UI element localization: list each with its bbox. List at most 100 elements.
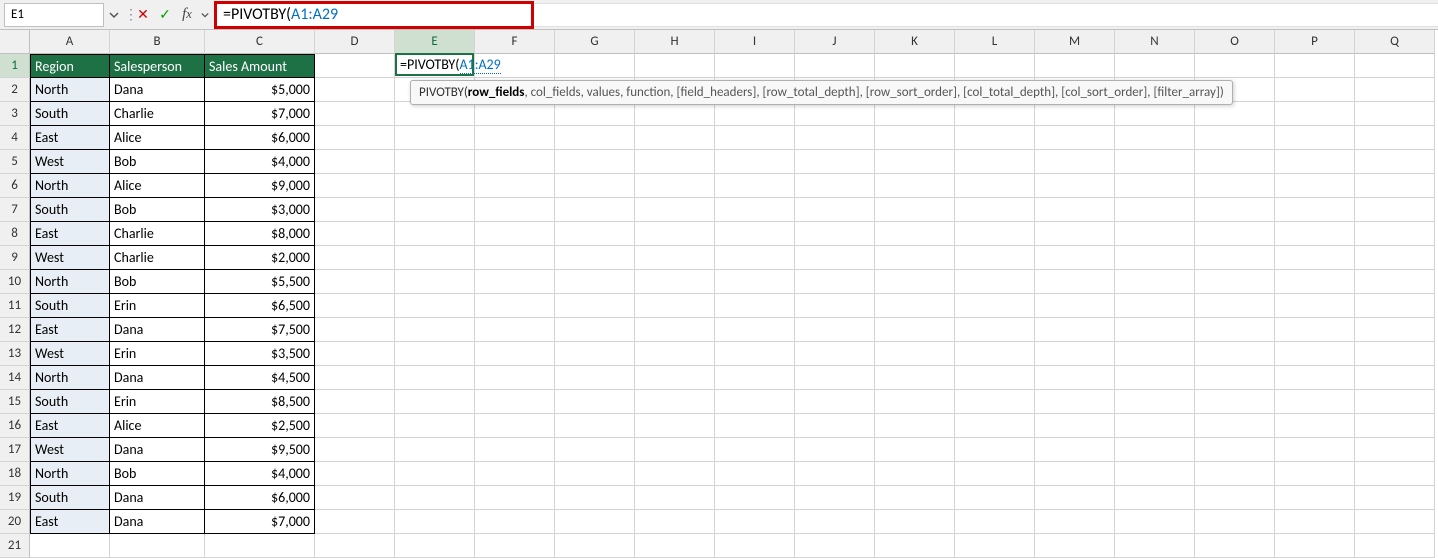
cell[interactable]	[955, 318, 1035, 342]
table-data-cell[interactable]: Alice	[110, 174, 205, 198]
cell[interactable]	[1355, 54, 1435, 78]
row-header[interactable]: 9	[0, 246, 30, 270]
cell[interactable]	[1275, 438, 1355, 462]
row-header[interactable]: 10	[0, 270, 30, 294]
cell[interactable]	[955, 534, 1035, 558]
column-header[interactable]: G	[555, 30, 635, 54]
cell[interactable]	[1195, 462, 1275, 486]
table-data-cell[interactable]: Charlie	[110, 222, 205, 246]
cell[interactable]	[875, 270, 955, 294]
cell[interactable]	[795, 246, 875, 270]
cell[interactable]	[955, 294, 1035, 318]
cell[interactable]	[555, 462, 635, 486]
cell[interactable]	[1115, 366, 1195, 390]
cell[interactable]	[395, 510, 475, 534]
cell[interactable]	[795, 126, 875, 150]
cell[interactable]	[795, 270, 875, 294]
cell[interactable]	[1355, 414, 1435, 438]
cell[interactable]	[315, 342, 395, 366]
cell[interactable]	[1275, 318, 1355, 342]
cell[interactable]	[1115, 342, 1195, 366]
cell[interactable]	[30, 534, 110, 558]
cell[interactable]	[1275, 102, 1355, 126]
cell[interactable]	[315, 54, 395, 78]
cell[interactable]	[955, 174, 1035, 198]
cell[interactable]	[315, 174, 395, 198]
table-data-cell[interactable]: South	[30, 198, 110, 222]
cell[interactable]	[315, 414, 395, 438]
row-header[interactable]: 1	[0, 54, 30, 78]
cell[interactable]	[1275, 486, 1355, 510]
cell[interactable]	[1035, 222, 1115, 246]
table-data-cell[interactable]: Erin	[110, 342, 205, 366]
cell[interactable]	[555, 198, 635, 222]
cell[interactable]	[1035, 366, 1115, 390]
cell[interactable]	[475, 534, 555, 558]
cell[interactable]	[1035, 510, 1115, 534]
table-header-cell[interactable]: Salesperson	[110, 54, 205, 78]
fx-dropdown[interactable]	[198, 4, 212, 26]
row-header[interactable]: 15	[0, 390, 30, 414]
cell[interactable]	[1035, 294, 1115, 318]
cell[interactable]	[315, 390, 395, 414]
row-header[interactable]: 12	[0, 318, 30, 342]
table-data-cell[interactable]: Dana	[110, 486, 205, 510]
table-data-cell[interactable]: West	[30, 342, 110, 366]
cell[interactable]	[955, 222, 1035, 246]
cell[interactable]	[635, 150, 715, 174]
cell[interactable]	[1275, 534, 1355, 558]
cell[interactable]	[955, 462, 1035, 486]
cell[interactable]	[1115, 150, 1195, 174]
cell[interactable]	[875, 318, 955, 342]
cell[interactable]	[1195, 366, 1275, 390]
cell[interactable]	[1115, 486, 1195, 510]
cell[interactable]	[1115, 438, 1195, 462]
cell[interactable]	[795, 534, 875, 558]
cell[interactable]	[315, 486, 395, 510]
cell[interactable]	[1355, 462, 1435, 486]
table-data-cell[interactable]: $7,000	[205, 510, 315, 534]
cell[interactable]	[1355, 270, 1435, 294]
cell[interactable]	[1035, 246, 1115, 270]
table-data-cell[interactable]: West	[30, 150, 110, 174]
cell[interactable]	[795, 462, 875, 486]
cell[interactable]	[955, 390, 1035, 414]
cell[interactable]	[315, 126, 395, 150]
cell[interactable]	[715, 126, 795, 150]
cell[interactable]	[315, 366, 395, 390]
enter-button[interactable]: ✓	[154, 4, 176, 26]
cell[interactable]	[555, 318, 635, 342]
cell[interactable]	[795, 222, 875, 246]
cell[interactable]	[1275, 78, 1355, 102]
cell[interactable]	[315, 246, 395, 270]
column-header[interactable]: P	[1275, 30, 1355, 54]
cell[interactable]	[315, 294, 395, 318]
cell[interactable]	[635, 126, 715, 150]
cell[interactable]	[1275, 270, 1355, 294]
cell[interactable]	[315, 78, 395, 102]
cell[interactable]	[635, 414, 715, 438]
row-header[interactable]: 14	[0, 366, 30, 390]
row-header[interactable]: 8	[0, 222, 30, 246]
table-data-cell[interactable]: $3,000	[205, 198, 315, 222]
column-header[interactable]: N	[1115, 30, 1195, 54]
cell[interactable]	[1195, 438, 1275, 462]
column-header[interactable]: M	[1035, 30, 1115, 54]
cell[interactable]	[1195, 246, 1275, 270]
cell[interactable]	[1275, 390, 1355, 414]
cell[interactable]	[955, 414, 1035, 438]
column-header[interactable]: H	[635, 30, 715, 54]
cell[interactable]	[1195, 510, 1275, 534]
row-header[interactable]: 20	[0, 510, 30, 534]
cell[interactable]	[795, 150, 875, 174]
cell[interactable]	[875, 462, 955, 486]
cell[interactable]	[475, 294, 555, 318]
cell[interactable]	[1115, 510, 1195, 534]
cell[interactable]	[1355, 486, 1435, 510]
cell[interactable]	[715, 414, 795, 438]
cell[interactable]	[955, 438, 1035, 462]
table-data-cell[interactable]: South	[30, 390, 110, 414]
cell[interactable]	[715, 510, 795, 534]
table-data-cell[interactable]: Dana	[110, 78, 205, 102]
table-header-cell[interactable]: Region	[30, 54, 110, 78]
